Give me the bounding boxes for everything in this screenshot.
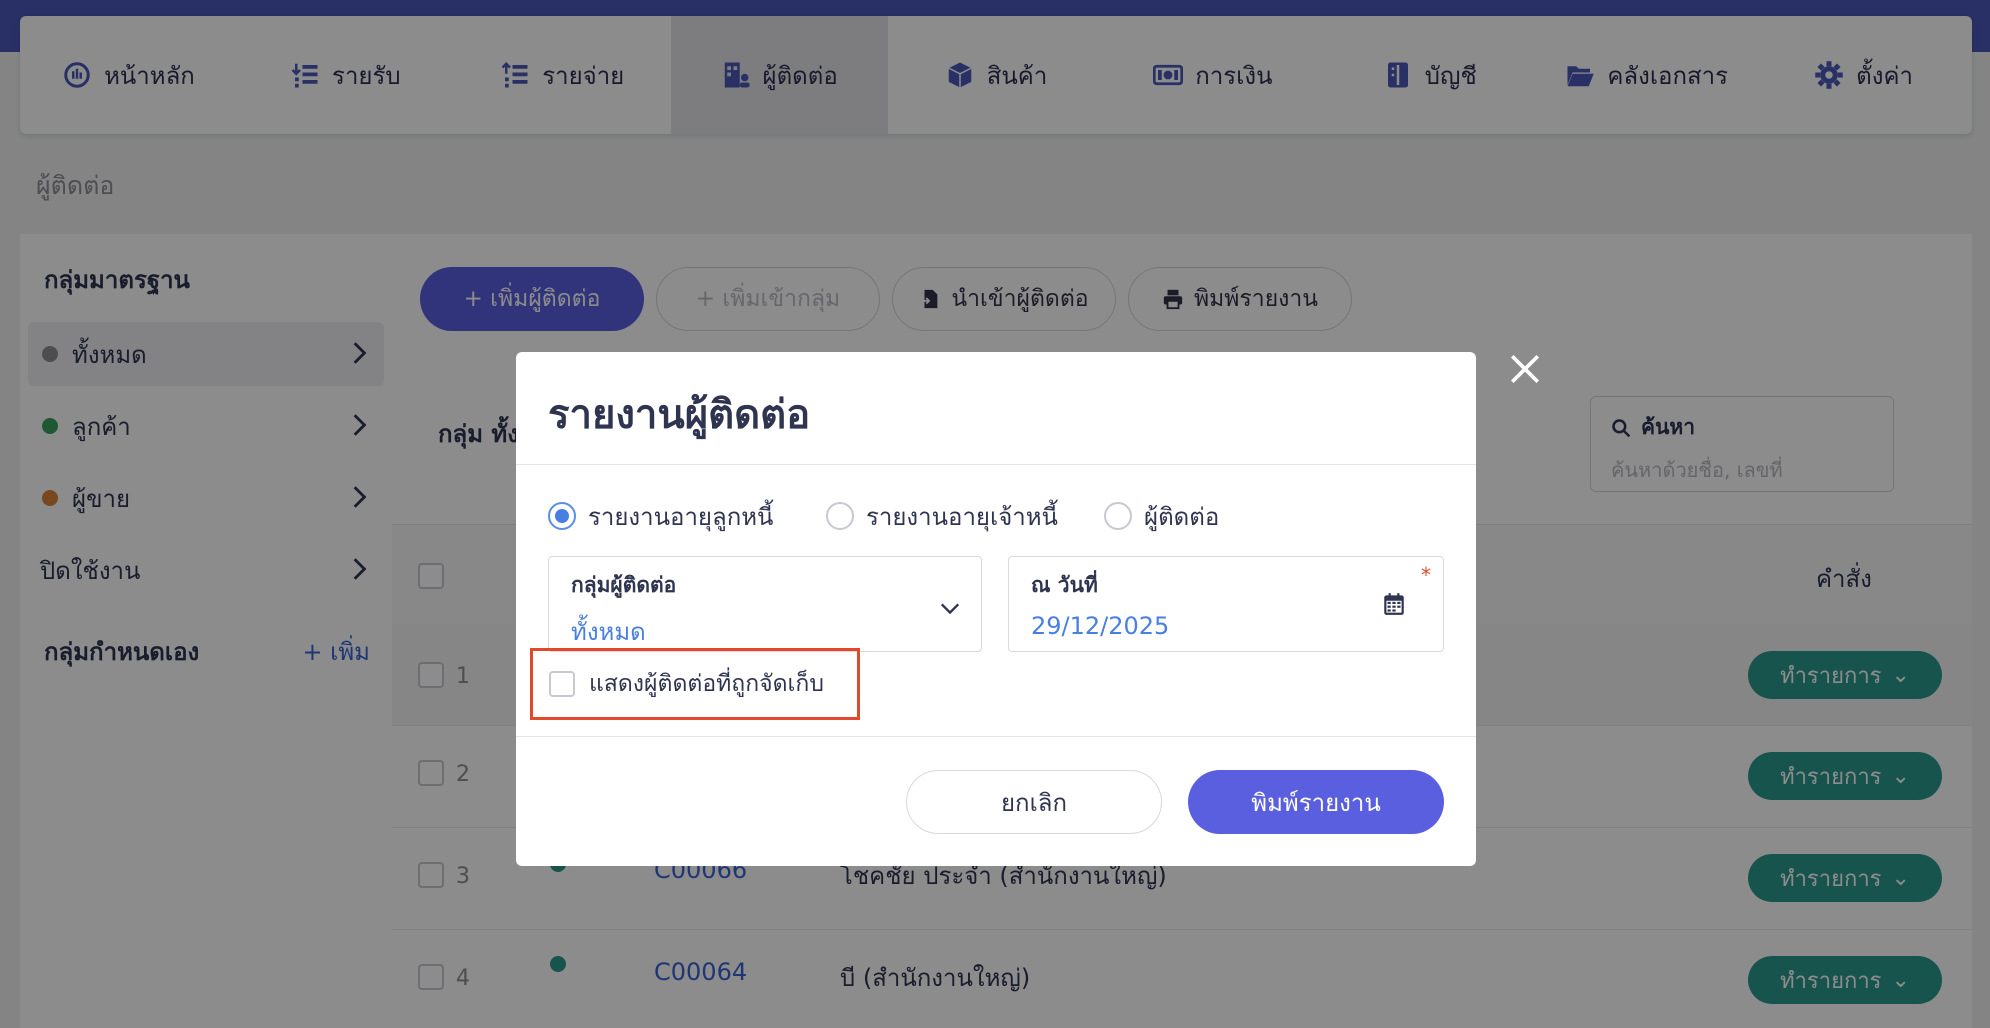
radio-label: รายงานอายุลูกหนี้ (588, 502, 774, 531)
divider (516, 464, 1476, 465)
radio-label: ผู้ติดต่อ (1144, 502, 1220, 531)
field-label: กลุ่มผู้ติดต่อ (571, 573, 677, 597)
divider (516, 736, 1476, 737)
print-report-button[interactable]: พิมพ์รายงาน (1188, 770, 1444, 834)
calendar-icon[interactable] (1381, 591, 1407, 617)
field-value: ทั้งหมด (571, 618, 646, 646)
radio-receivable-aging[interactable]: รายงานอายุลูกหนี้ (548, 498, 773, 534)
required-marker: * (1421, 563, 1431, 587)
radio-payable-aging[interactable]: รายงานอายุเจ้าหนี้ (826, 498, 1058, 534)
radio-button[interactable] (548, 502, 576, 530)
radio-button[interactable] (1104, 502, 1132, 530)
radio-label: รายงานอายุเจ้าหนี้ (866, 502, 1058, 531)
close-icon[interactable] (1508, 352, 1542, 386)
show-archived-checkbox[interactable] (549, 671, 575, 697)
show-archived-checkbox-highlight[interactable]: แสดงผู้ติดต่อที่ถูกจัดเก็บ (530, 648, 860, 720)
chevron-down-icon (940, 603, 960, 615)
cancel-button[interactable]: ยกเลิก (906, 770, 1162, 834)
radio-contacts[interactable]: ผู้ติดต่อ (1104, 498, 1219, 534)
dialog-title: รายงานผู้ติดต่อ (548, 392, 811, 438)
contact-report-dialog: รายงานผู้ติดต่อ รายงานอายุลูกหนี้ รายงาน… (516, 352, 1476, 866)
field-label: ณ วันที่ (1031, 573, 1098, 597)
radio-button[interactable] (826, 502, 854, 530)
field-value: 29/12/2025 (1031, 612, 1170, 640)
as-of-date-field[interactable]: ณ วันที่ 29/12/2025 * (1008, 556, 1444, 652)
contact-group-select[interactable]: กลุ่มผู้ติดต่อ ทั้งหมด (548, 556, 982, 652)
show-archived-label: แสดงผู้ติดต่อที่ถูกจัดเก็บ (589, 671, 824, 697)
